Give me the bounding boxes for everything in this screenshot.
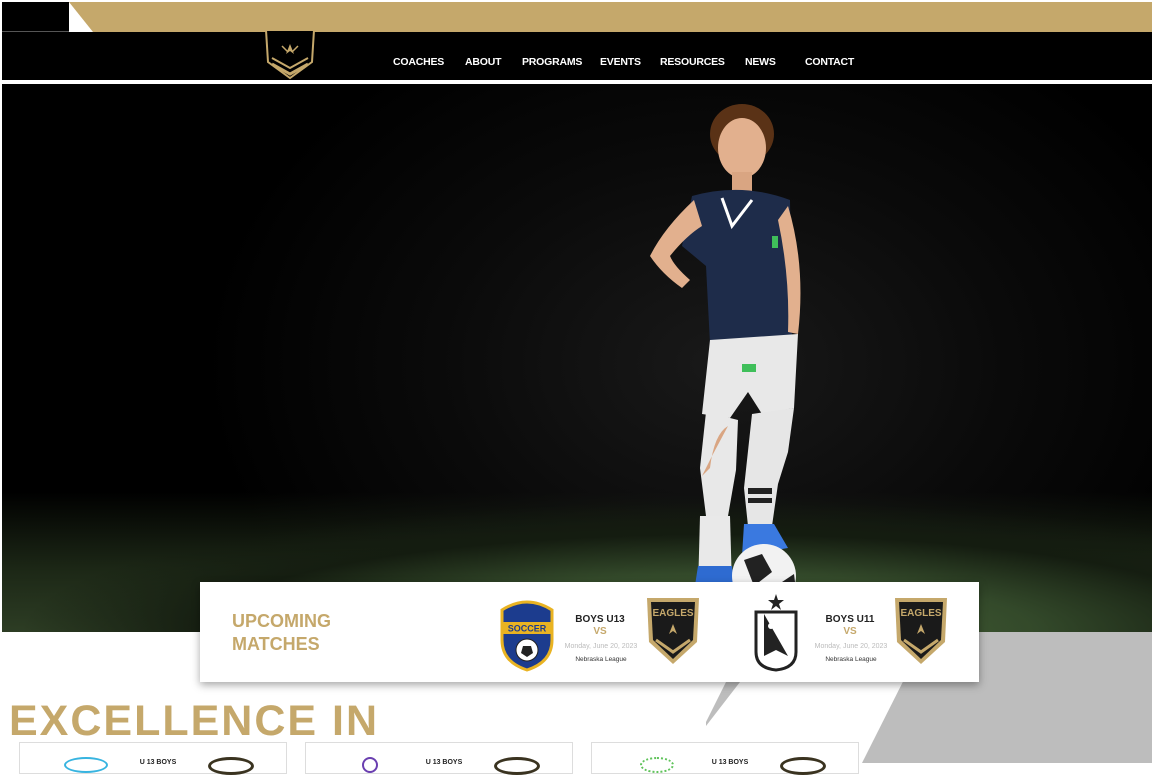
nav-contact[interactable]: CONTACT	[805, 56, 854, 68]
match-item[interactable]: SOCCER BOYS U13 VS Monday, June 20, 2023…	[498, 592, 703, 672]
bottom-match-card[interactable]: U 13 BOYS	[19, 742, 287, 775]
match-vs-label: VS	[843, 626, 857, 637]
nav-coaches[interactable]: COACHES	[393, 56, 444, 68]
match-vs-label: VS	[593, 626, 607, 637]
union-omaha-logo-icon	[754, 594, 798, 672]
upcoming-matches-title-line1: UPCOMING	[232, 611, 331, 631]
eagles-logo-icon: EAGLES	[647, 598, 699, 664]
nav-resources[interactable]: RESOURCES	[660, 56, 725, 68]
eagles-logo-text: EAGLES	[900, 608, 941, 619]
top-bar	[0, 0, 1152, 32]
championship-soccer-logo-icon: SOCCER	[500, 600, 554, 672]
upcoming-matches-title-line2: MATCHES	[232, 634, 320, 654]
bottom-match-card[interactable]: U 13 BOYS	[591, 742, 859, 775]
nav-about[interactable]: ABOUT	[465, 56, 502, 68]
header-divider	[2, 80, 1152, 82]
section-heading: EXCELLENCE IN	[9, 697, 380, 745]
match-team-label: BOYS U11	[825, 614, 875, 625]
soccer-logo-text: SOCCER	[508, 624, 547, 634]
match-league: Nebraska League	[575, 656, 627, 663]
nav-programs[interactable]: PROGRAMS	[522, 56, 582, 68]
top-bar-left-block	[2, 2, 69, 32]
team-logo-icon	[362, 757, 378, 773]
eagles-logo-text: EAGLES	[652, 608, 693, 619]
match-date: Monday, June 20, 2023	[814, 643, 888, 650]
upcoming-matches-card: UPCOMING MATCHES SOCCER BOYS U13 VS Mond…	[200, 582, 979, 682]
eagles-crest-icon[interactable]	[262, 30, 318, 80]
hero-banner	[2, 84, 1152, 632]
match-team-label: BOYS U13	[575, 614, 625, 625]
eagles-logo-icon	[208, 757, 254, 775]
bottom-match-card[interactable]: U 13 BOYS	[305, 742, 573, 775]
team-logo-icon	[640, 757, 674, 773]
eagles-logo-icon: EAGLES	[895, 598, 947, 664]
team-logo-icon	[64, 757, 108, 773]
top-bar-gold-band	[69, 2, 1152, 32]
nav-events[interactable]: EVENTS	[600, 56, 641, 68]
eagles-logo-icon	[780, 757, 826, 775]
decor-gray-stripe	[706, 682, 740, 726]
upcoming-matches-title: UPCOMING MATCHES	[232, 610, 372, 656]
match-date: Monday, June 20, 2023	[564, 643, 638, 650]
match-item[interactable]: BOYS U11 VS Monday, June 20, 2023 Nebras…	[748, 592, 953, 672]
match-league: Nebraska League	[825, 656, 877, 663]
eagles-logo-icon	[494, 757, 540, 775]
hero-player-image	[650, 104, 801, 596]
nav-news[interactable]: NEWS	[745, 56, 776, 68]
